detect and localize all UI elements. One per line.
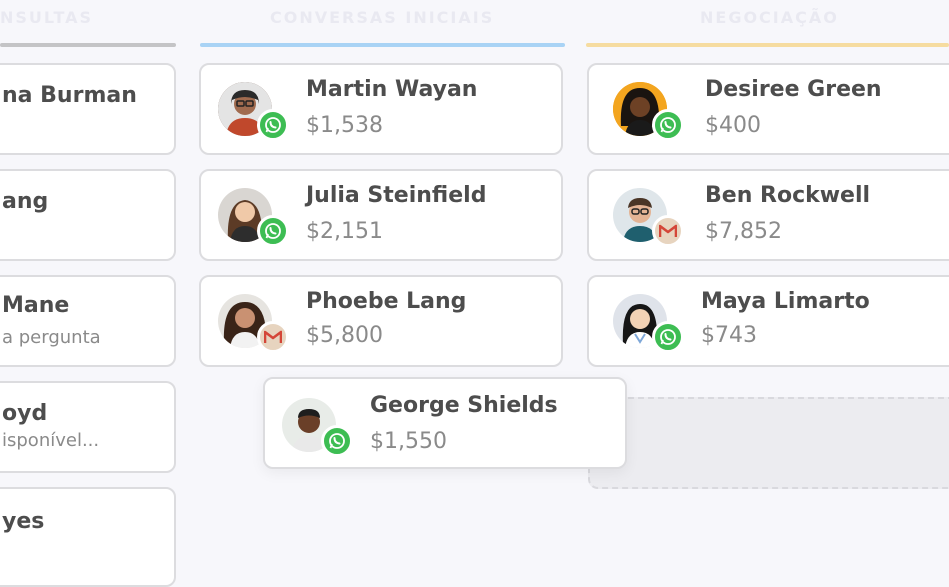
contact-name: Martin Wayan — [306, 77, 478, 102]
deal-amount: $1,550 — [370, 429, 447, 454]
contact-name: Maya Limarto — [701, 289, 870, 314]
contact-name: Julia Steinfield — [306, 183, 487, 208]
deal-card-phoebe-lang[interactable]: Phoebe Lang $5,800 — [199, 275, 563, 367]
deal-amount: $1,538 — [306, 113, 383, 138]
deal-card[interactable]: yes — [0, 487, 176, 587]
column-bar-consultas — [0, 43, 176, 47]
deal-card[interactable]: Mane a pergunta — [0, 275, 176, 367]
contact-name: Ben Rockwell — [705, 183, 871, 208]
last-message: a pergunta — [2, 327, 101, 348]
gmail-icon — [652, 215, 684, 247]
column-bar-conversas-iniciais — [200, 43, 565, 47]
deal-amount: $2,151 — [306, 219, 383, 244]
contact-name: Mane — [2, 293, 70, 318]
drop-zone-placeholder[interactable] — [588, 397, 949, 489]
whatsapp-icon — [257, 109, 289, 141]
deal-card-martin-wayan[interactable]: Martin Wayan $1,538 — [199, 63, 563, 155]
contact-name: oyd — [2, 401, 48, 426]
contact-name: na Burman — [2, 83, 137, 108]
contact-name: George Shields — [370, 393, 558, 418]
deal-card-ben-rockwell[interactable]: Ben Rockwell $7,852 — [587, 169, 949, 261]
contact-name: Desiree Green — [705, 77, 882, 102]
whatsapp-icon — [321, 425, 353, 457]
deal-card[interactable]: oyd isponível... — [0, 381, 176, 473]
deal-amount: $743 — [701, 323, 757, 348]
contact-name: yes — [2, 509, 45, 534]
deal-card-julia-steinfield[interactable]: Julia Steinfield $2,151 — [199, 169, 563, 261]
whatsapp-icon — [652, 109, 684, 141]
gmail-icon — [257, 321, 289, 353]
whatsapp-icon — [257, 215, 289, 247]
deal-amount: $5,800 — [306, 323, 383, 348]
contact-name: ang — [2, 189, 49, 214]
deal-card-desiree-green[interactable]: Desiree Green $400 — [587, 63, 949, 155]
whatsapp-icon — [652, 321, 684, 353]
column-title-negociacao: NEGOCIAÇÃO — [700, 8, 839, 27]
column-title-consultas: NSULTAS — [0, 8, 94, 27]
deal-amount: $7,852 — [705, 219, 782, 244]
deal-card[interactable]: ang — [0, 169, 176, 261]
last-message: isponível... — [2, 430, 100, 451]
deal-card-george-shields-dragging[interactable]: George Shields $1,550 — [263, 377, 627, 469]
deal-card-maya-limarto[interactable]: Maya Limarto $743 — [587, 275, 949, 367]
deal-amount: $400 — [705, 113, 761, 138]
contact-name: Phoebe Lang — [306, 289, 467, 314]
column-title-conversas-iniciais: CONVERSAS INICIAIS — [270, 8, 495, 27]
column-bar-negociacao — [586, 43, 949, 47]
deal-card[interactable]: na Burman — [0, 63, 176, 155]
